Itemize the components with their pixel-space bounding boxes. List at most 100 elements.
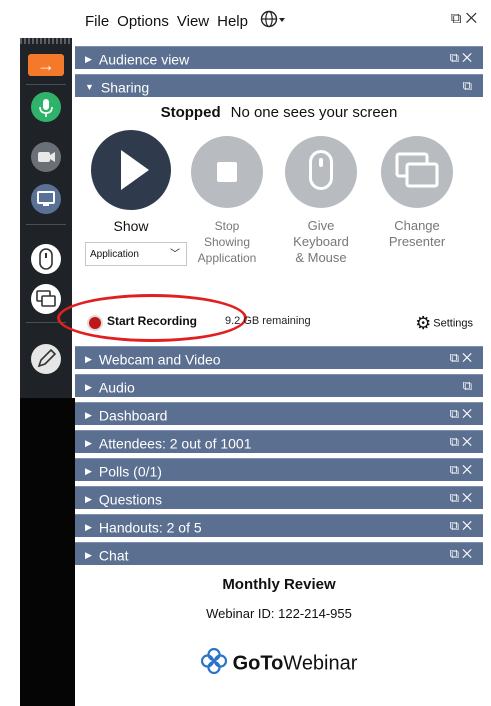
expand-arrow-icon: ▶ [85, 410, 92, 421]
toolbar-grip[interactable] [20, 38, 72, 44]
close-icon[interactable]: ✕ [462, 546, 475, 561]
share-type-select[interactable]: Application ﹀ [85, 242, 187, 266]
presenter-icon [395, 152, 439, 188]
panel-controls: ⧉✕ [450, 543, 475, 565]
sharing-status: Stopped No one sees your screen [75, 104, 483, 121]
flower-logo-icon [200, 647, 227, 680]
give-keyboard-mouse-button[interactable] [285, 136, 357, 208]
play-icon [121, 150, 149, 190]
close-icon[interactable]: ✕ [462, 434, 475, 449]
pop-out-icon[interactable]: ⧉ [450, 462, 462, 477]
screen-share-button[interactable] [31, 184, 61, 214]
panel-attendees[interactable]: ▶ Attendees: 2 out of 1001 ⧉✕ [75, 430, 483, 453]
panel-handouts[interactable]: ▶ Handouts: 2 of 5 ⧉✕ [75, 514, 483, 537]
panel-controls: ⧉✕ [450, 431, 475, 453]
pencil-icon [37, 348, 57, 368]
pop-out-icon[interactable]: ⧉ [450, 518, 462, 533]
toolbar-divider [26, 84, 66, 85]
panel-controls: ⧉✕ [450, 347, 475, 369]
pop-out-icon[interactable]: ⧉ [450, 434, 462, 449]
menu-file[interactable]: File [85, 13, 109, 30]
panel-controls: ⧉ [463, 75, 475, 97]
window-controls: ⧉✕ [451, 10, 481, 27]
stop-icon [217, 162, 237, 182]
menu-view[interactable]: View [177, 13, 209, 30]
collapse-arrow-icon: ▼ [85, 82, 94, 93]
record-icon[interactable] [89, 317, 101, 329]
close-icon[interactable]: ✕ [462, 490, 475, 505]
panel-controls: ⧉✕ [450, 515, 475, 537]
webinar-id: Webinar ID: 122-214-955 [206, 606, 352, 621]
chevron-down-icon: ﹀ [170, 249, 180, 260]
drawing-tools-button[interactable] [31, 344, 61, 374]
pop-out-icon[interactable]: ⧉ [450, 546, 462, 561]
stop-showing-label: Stop Showing Application [197, 219, 257, 265]
close-icon[interactable]: ✕ [462, 50, 475, 65]
pop-out-icon[interactable]: ⧉ [451, 10, 466, 27]
mouse-icon [309, 150, 333, 190]
panel-controls: ⧉✕ [450, 459, 475, 481]
panel-controls: ⧉ [463, 375, 475, 397]
menu-options[interactable]: Options [117, 13, 169, 30]
control-panel: File Options View Help ⧉✕ ▶ Audience view… [57, 0, 491, 706]
panel-sharing[interactable]: ▼ Sharing ⧉ [75, 74, 483, 97]
show-label: Show [113, 218, 149, 234]
pop-out-icon[interactable]: ⧉ [450, 406, 462, 421]
settings-label: Settings [433, 317, 473, 330]
stop-showing-button[interactable] [191, 136, 263, 208]
keyboard-mouse-button[interactable] [31, 244, 61, 274]
start-recording-button[interactable]: Start Recording [107, 314, 197, 328]
panel-audio[interactable]: ▶ Audio ⧉ [75, 374, 483, 397]
status-text: No one sees your screen [230, 104, 398, 121]
close-icon[interactable]: ✕ [462, 462, 475, 477]
microphone-button[interactable] [31, 92, 61, 122]
microphone-icon [39, 99, 53, 117]
camera-icon [38, 152, 55, 162]
brand-goto: GoTo [232, 652, 284, 675]
panel-audience-view[interactable]: ▶ Audience view ⧉✕ [75, 46, 483, 69]
pop-out-icon[interactable]: ⧉ [450, 50, 462, 65]
panel-polls[interactable]: ▶ Polls (0/1) ⧉✕ [75, 458, 483, 481]
panel-controls: ⧉✕ [450, 47, 475, 69]
change-presenter-button[interactable] [31, 284, 61, 314]
monitor-icon [37, 191, 55, 206]
webcam-button[interactable] [31, 142, 61, 172]
pop-out-icon[interactable]: ⧉ [450, 350, 462, 365]
panel-questions[interactable]: ▶ Questions ⧉✕ [75, 486, 483, 509]
close-icon[interactable]: ✕ [462, 350, 475, 365]
pop-out-icon[interactable]: ⧉ [463, 378, 475, 393]
globe-icon[interactable] [260, 10, 286, 32]
panel-controls: ⧉✕ [450, 487, 475, 509]
expand-arrow-icon: ▶ [85, 382, 92, 393]
pop-out-icon[interactable]: ⧉ [450, 490, 462, 505]
expand-arrow-icon: ▶ [85, 494, 92, 505]
webinar-title: Monthly Review [222, 576, 336, 593]
close-icon[interactable]: ✕ [462, 518, 475, 533]
toolbar-divider [26, 224, 66, 225]
brand-webinar: Webinar [283, 652, 358, 675]
share-type-value: Application [90, 249, 139, 260]
panel-controls: ⧉✕ [450, 403, 475, 425]
pop-out-icon[interactable]: ⧉ [463, 78, 475, 93]
show-button[interactable] [91, 130, 171, 210]
status-badge: Stopped [160, 104, 221, 121]
panel-dashboard[interactable]: ▶ Dashboard ⧉✕ [75, 402, 483, 425]
expand-arrow-icon: ▶ [85, 438, 92, 449]
close-icon[interactable]: ✕ [466, 10, 481, 27]
collapse-arrow-button[interactable]: → [28, 54, 64, 76]
settings-button[interactable]: ⚙ Settings [415, 313, 473, 334]
expand-arrow-icon: ▶ [85, 466, 92, 477]
change-presenter-button[interactable] [381, 136, 453, 208]
storage-remaining: 9.2 GB remaining [225, 315, 311, 327]
mouse-icon [39, 248, 53, 270]
expand-arrow-icon: ▶ [85, 550, 92, 561]
gear-icon: ⚙ [415, 313, 432, 333]
presenter-icon [36, 290, 56, 307]
close-icon[interactable]: ✕ [462, 406, 475, 421]
menu-help[interactable]: Help [217, 13, 248, 30]
expand-arrow-icon: ▶ [85, 522, 92, 533]
panel-webcam[interactable]: ▶ Webcam and Video ⧉✕ [75, 346, 483, 369]
background-black [20, 398, 75, 706]
panel-chat[interactable]: ▶ Chat ⧉✕ [75, 542, 483, 565]
recording-row: Start Recording 9.2 GB remaining ⚙ Settin… [57, 294, 483, 342]
